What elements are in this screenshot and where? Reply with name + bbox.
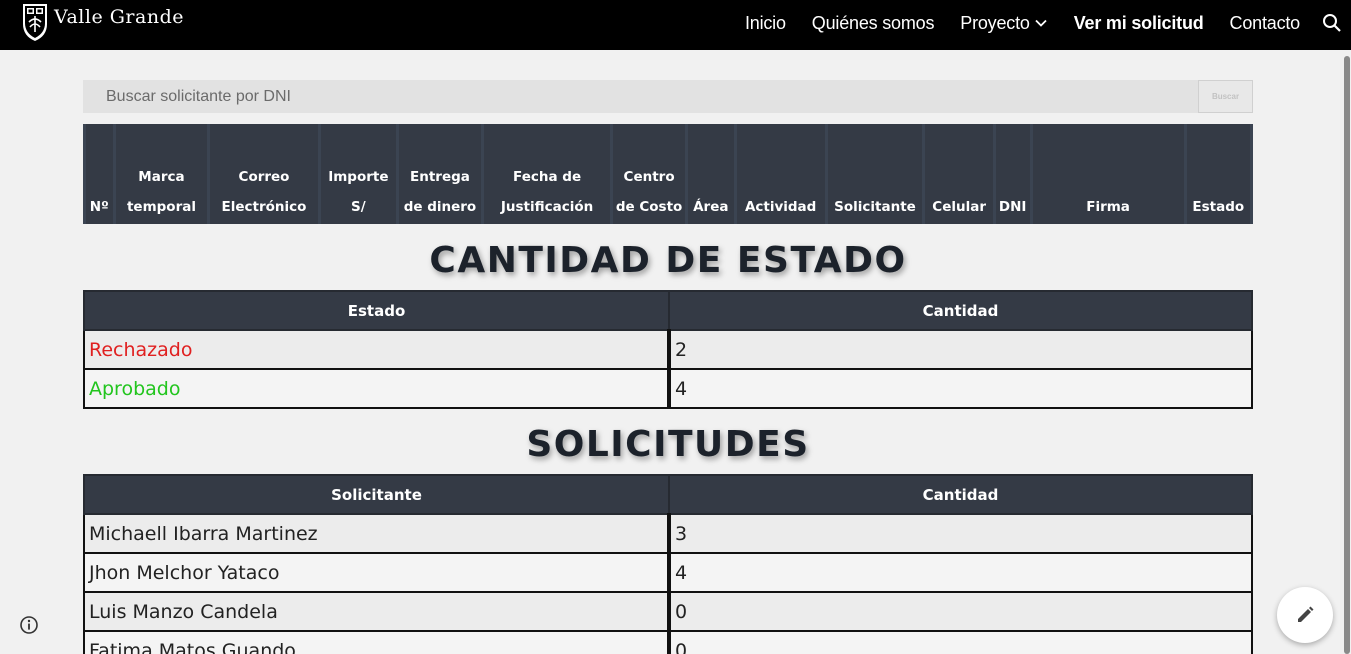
brand[interactable]: Valle Grande — [20, 2, 184, 42]
cantidad-col-header: Cantidad — [668, 290, 1253, 331]
col-estado: Estado — [1186, 124, 1250, 224]
edit-button[interactable] — [1277, 587, 1333, 643]
solicitudes-table: Nº Marca temporal Correo Electrónico Imp… — [83, 124, 1253, 224]
search-icon — [1323, 14, 1341, 32]
estado-section-title: CANTIDAD DE ESTADO — [429, 240, 907, 281]
col-area: Área — [687, 124, 734, 224]
info-icon[interactable] — [19, 615, 39, 635]
solicitante-count: 3 — [668, 513, 1253, 554]
estado-header-row: Estado Cantidad — [83, 290, 1253, 331]
solicitante-name: Jhon Melchor Yataco — [83, 552, 671, 593]
solicitante-name: Fatima Matos Guando — [83, 630, 671, 654]
table-row: Jhon Melchor Yataco 4 — [83, 552, 1253, 593]
estado-row-rechazado: Rechazado 2 — [83, 329, 1253, 370]
col-numero: Nº — [86, 124, 113, 224]
nav-proyecto[interactable]: Proyecto — [960, 13, 1047, 34]
dni-search-form: Buscar — [83, 80, 1253, 113]
nav-ver-mi-solicitud[interactable]: Ver mi solicitud — [1074, 13, 1204, 34]
table-row: Fatima Matos Guando 0 — [83, 630, 1253, 654]
nav-proyecto-label: Proyecto — [960, 12, 1030, 33]
estado-col-header: Estado — [83, 290, 670, 331]
col-importe: Importe S/ — [320, 124, 397, 224]
col-solicitante: Solicitante — [827, 124, 923, 224]
col-firma: Firma — [1032, 124, 1184, 224]
col-actividad: Actividad — [736, 124, 825, 224]
main-nav: Inicio Quiénes somos Proyecto Ver mi sol… — [745, 10, 1351, 36]
col-marca-temporal: Marca temporal — [115, 124, 208, 224]
estado-label: Aprobado — [83, 368, 671, 409]
nav-quienes-somos[interactable]: Quiénes somos — [812, 13, 935, 34]
col-celular: Celular — [925, 124, 993, 224]
col-correo: Correo Electrónico — [210, 124, 318, 224]
dni-search-input[interactable] — [83, 80, 1198, 113]
nav-search-button[interactable] — [1322, 13, 1342, 33]
cantidad-col-header: Cantidad — [668, 474, 1253, 515]
dni-search-button[interactable]: Buscar — [1198, 80, 1253, 113]
solicitante-count: 0 — [668, 591, 1253, 632]
estado-count: 4 — [668, 368, 1253, 409]
top-navigation-bar: Valle Grande Inicio Quiénes somos Proyec… — [0, 0, 1351, 50]
solicitante-name: Luis Manzo Candela — [83, 591, 671, 632]
col-fecha-justificacion: Fecha de Justificación — [483, 124, 611, 224]
table-row: Michaell Ibarra Martinez 3 — [83, 513, 1253, 554]
page-scrollbar[interactable] — [1343, 56, 1351, 654]
estado-label: Rechazado — [83, 329, 671, 370]
solicitudes-header-row: Solicitante Cantidad — [83, 474, 1253, 515]
nav-inicio[interactable]: Inicio — [745, 13, 786, 34]
col-dni: DNI — [995, 124, 1030, 224]
pencil-icon — [1298, 606, 1314, 622]
nav-contacto[interactable]: Contacto — [1230, 13, 1301, 34]
solicitante-name: Michaell Ibarra Martinez — [83, 513, 671, 554]
solicitante-count: 4 — [668, 552, 1253, 593]
table-row: Luis Manzo Candela 0 — [83, 591, 1253, 632]
col-centro-costo: Centro de Costo — [613, 124, 685, 224]
scrollbar-thumb[interactable] — [1344, 56, 1350, 654]
col-entrega-dinero: Entrega de dinero — [399, 124, 481, 224]
solicitante-col-header: Solicitante — [83, 474, 670, 515]
estado-table: Estado Cantidad Rechazado 2 Aprobado 4 — [83, 290, 1253, 409]
chevron-down-icon — [1035, 19, 1047, 27]
valle-grande-logo-icon — [23, 4, 47, 41]
solicitudes-section-title: SOLICITUDES — [526, 424, 810, 465]
estado-count: 2 — [668, 329, 1253, 370]
solicitudes-count-table: Solicitante Cantidad Michaell Ibarra Mar… — [83, 474, 1253, 654]
solicitante-count: 0 — [668, 630, 1253, 654]
brand-name: Valle Grande — [54, 6, 184, 28]
estado-row-aprobado: Aprobado 4 — [83, 368, 1253, 409]
table-header-row: Nº Marca temporal Correo Electrónico Imp… — [86, 124, 1250, 224]
